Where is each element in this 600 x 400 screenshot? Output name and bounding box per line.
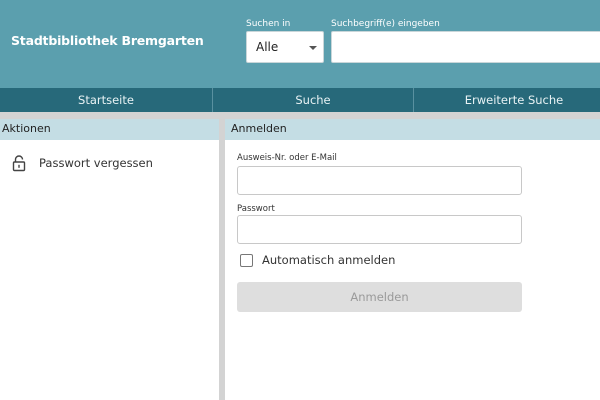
lock-icon — [12, 155, 26, 172]
actions-heading-text: Aktionen — [2, 122, 51, 135]
user-id-input[interactable] — [237, 166, 522, 195]
auto-login-label[interactable]: Automatisch anmelden — [262, 253, 395, 267]
site-title[interactable]: Stadtbibliothek Bremgarten — [11, 33, 204, 48]
password-label: Passwort — [237, 204, 275, 214]
search-term-label: Suchbegriff(e) eingeben — [331, 19, 440, 29]
password-input[interactable] — [237, 215, 522, 244]
main-nav: Startseite Suche Erweiterte Suche — [0, 88, 600, 112]
search-scope-label: Suchen in — [246, 19, 291, 29]
nav-item-suche[interactable]: Suche — [213, 88, 413, 112]
login-button[interactable]: Anmelden — [237, 282, 522, 312]
search-scope-value: Alle — [256, 40, 279, 54]
forgot-password-link[interactable]: Passwort vergessen — [39, 156, 153, 170]
search-input[interactable] — [331, 31, 600, 63]
auto-login-checkbox[interactable] — [240, 254, 253, 267]
nav-item-startseite[interactable]: Startseite — [0, 88, 212, 112]
login-heading-text: Anmelden — [231, 122, 287, 135]
separator-strip — [0, 112, 600, 119]
actions-panel-heading: Aktionen — [0, 119, 219, 140]
nav-item-erweiterte-suche[interactable]: Erweiterte Suche — [414, 88, 600, 112]
site-header: Stadtbibliothek Bremgarten Suchen in Suc… — [0, 0, 600, 88]
panel-divider — [219, 112, 225, 400]
search-scope-select[interactable]: Alle — [246, 31, 324, 63]
chevron-down-icon — [309, 46, 317, 50]
user-id-label: Ausweis-Nr. oder E-Mail — [237, 153, 337, 163]
login-panel-heading: Anmelden — [225, 119, 600, 140]
